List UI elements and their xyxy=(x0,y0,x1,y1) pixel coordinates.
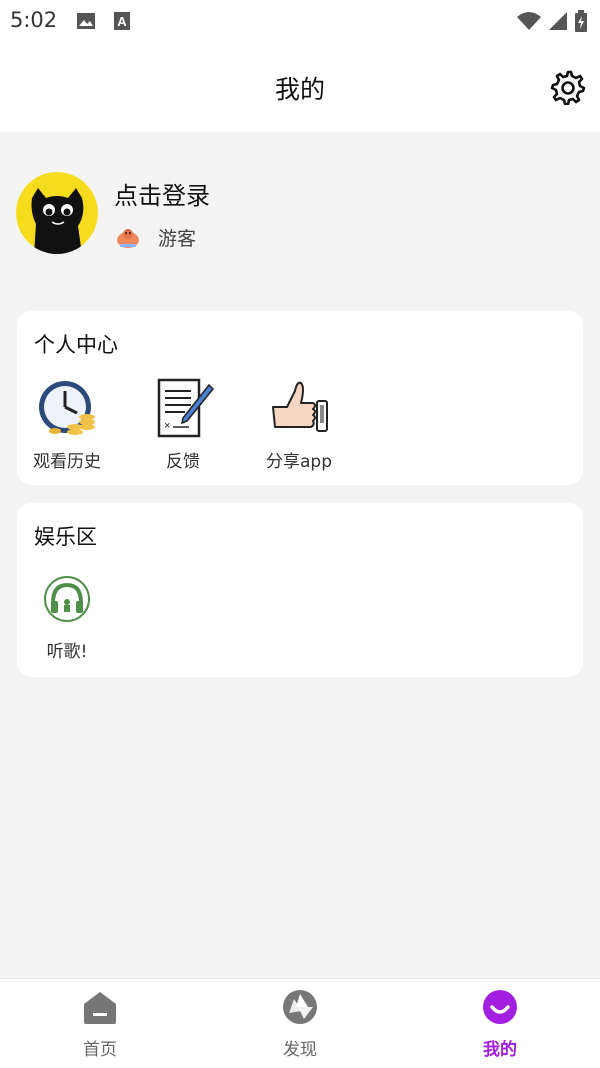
profile-section: 点击登录 游客 xyxy=(0,132,600,292)
svg-text:A: A xyxy=(117,14,127,29)
thumbs-up-icon xyxy=(272,381,328,432)
share-app-item[interactable]: 分享app xyxy=(249,377,349,472)
screen: 5:02 A 我的 点击登录 游客 个人中心 观看历史 × 反馈 分享app 娱… xyxy=(0,0,600,1068)
aperture-icon xyxy=(283,990,317,1024)
share-app-label: 分享app xyxy=(266,452,332,472)
listen-music-label: 听歌! xyxy=(46,642,88,662)
settings-button[interactable] xyxy=(550,69,586,106)
black-cat-avatar xyxy=(16,172,98,254)
bottom-nav: 首页 发现 我的 xyxy=(0,978,600,1068)
nav-discover[interactable]: 发现 xyxy=(240,989,360,1060)
entertainment-title: 娱乐区 xyxy=(34,525,97,549)
avatar[interactable] xyxy=(16,172,98,254)
nav-mine-label: 我的 xyxy=(483,1040,517,1060)
document-pen-icon: × xyxy=(157,378,215,438)
personal-center-title: 个人中心 xyxy=(34,333,118,357)
nav-mine[interactable]: 我的 xyxy=(440,989,560,1060)
wifi-icon xyxy=(516,11,542,35)
headphones-icon xyxy=(44,576,90,622)
battery-icon xyxy=(574,10,588,36)
feedback-item[interactable]: × 反馈 xyxy=(133,377,233,472)
nav-discover-label: 发现 xyxy=(283,1040,317,1060)
svg-text:×: × xyxy=(164,420,170,432)
nav-home[interactable]: 首页 xyxy=(40,989,160,1060)
listen-music-item[interactable]: 听歌! xyxy=(17,575,117,662)
top-bar: 我的 xyxy=(0,42,600,132)
watch-history-item[interactable]: 观看历史 xyxy=(17,377,117,472)
login-link[interactable]: 点击登录 xyxy=(114,176,210,211)
status-right xyxy=(516,10,588,36)
status-bar: 5:02 A xyxy=(0,0,600,42)
clock-coins-icon xyxy=(39,381,95,435)
smile-icon xyxy=(483,990,517,1024)
home-icon xyxy=(84,992,116,1024)
status-time: 5:02 xyxy=(10,8,58,32)
personal-center-card: 个人中心 观看历史 × 反馈 分享app xyxy=(17,311,583,485)
watch-history-label: 观看历史 xyxy=(33,452,101,472)
nav-home-label: 首页 xyxy=(83,1040,117,1060)
feedback-label: 反馈 xyxy=(166,452,200,472)
signal-icon xyxy=(548,11,568,35)
a-icon: A xyxy=(113,11,131,35)
image-icon xyxy=(76,11,96,35)
entertainment-card: 娱乐区 听歌! xyxy=(17,503,583,677)
guest-label: 游客 xyxy=(158,228,197,250)
guest-row: 游客 xyxy=(114,224,196,251)
gear-icon xyxy=(550,70,586,106)
guest-badge-icon xyxy=(117,228,139,248)
page-title: 我的 xyxy=(274,75,325,104)
